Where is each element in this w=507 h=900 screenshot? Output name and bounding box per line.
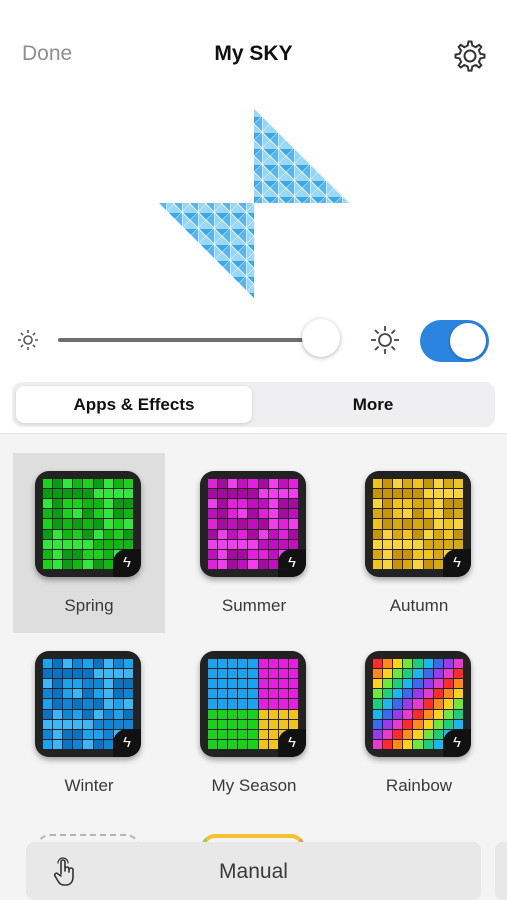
preview-upper-triangle	[254, 108, 350, 203]
effect-tile-autumn[interactable]: ϟ Autumn	[343, 453, 495, 633]
effect-icon-rainbow: ϟ	[365, 651, 471, 757]
effect-icon-autumn: ϟ	[365, 471, 471, 577]
brightness-slider-fill	[58, 338, 322, 342]
page-title: My SKY	[214, 42, 293, 65]
brightness-high-icon	[371, 326, 399, 354]
effect-tile-summer[interactable]: ϟ Summer	[178, 453, 330, 633]
segmented-control: Apps & Effects More	[12, 382, 495, 427]
tab-apps-effects[interactable]: Apps & Effects	[16, 386, 252, 423]
lightning-bolt-icon: ϟ	[113, 549, 141, 577]
tab-more[interactable]: More	[255, 386, 491, 423]
navigation-bar: Done My SKY	[0, 0, 507, 110]
lightning-bolt-icon: ϟ	[443, 729, 471, 757]
lightning-bolt-icon: ϟ	[113, 729, 141, 757]
manual-button[interactable]: Manual	[26, 842, 481, 900]
effect-label: Winter	[64, 776, 114, 795]
effect-label: My Season	[211, 776, 297, 795]
gear-icon[interactable]	[452, 38, 488, 74]
manual-label: Manual	[219, 860, 288, 883]
next-control-peek[interactable]	[495, 842, 507, 900]
effect-label: Rainbow	[385, 776, 453, 795]
effect-icon-my-season: ϟ	[200, 651, 306, 757]
effects-gallery: ϟ Spring ϟ Summer ϟ Autumn ϟ Winter ϟ My…	[0, 433, 507, 900]
brightness-low-icon	[18, 330, 38, 350]
effect-tile-winter[interactable]: ϟ Winter	[13, 633, 165, 813]
lightning-bolt-icon: ϟ	[443, 549, 471, 577]
lightning-bolt-icon: ϟ	[278, 549, 306, 577]
effect-icon-spring: ϟ	[35, 471, 141, 577]
effect-label: Spring	[64, 596, 114, 615]
effect-tile-my-season[interactable]: ϟ My Season	[178, 633, 330, 813]
effect-label: Summer	[221, 596, 287, 615]
preview-lower-triangle	[159, 203, 254, 298]
lightning-bolt-icon: ϟ	[278, 729, 306, 757]
brightness-row	[0, 315, 507, 365]
device-layout-preview	[159, 108, 350, 298]
power-toggle[interactable]	[420, 320, 489, 362]
brightness-slider-thumb[interactable]	[302, 319, 341, 357]
power-toggle-knob	[450, 323, 486, 359]
effect-icon-summer: ϟ	[200, 471, 306, 577]
brightness-slider-track[interactable]	[58, 338, 338, 342]
effect-tile-spring[interactable]: ϟ Spring	[13, 453, 165, 633]
effect-tile-rainbow[interactable]: ϟ Rainbow	[343, 633, 495, 813]
effect-icon-winter: ϟ	[35, 651, 141, 757]
effect-label: Autumn	[389, 596, 449, 615]
